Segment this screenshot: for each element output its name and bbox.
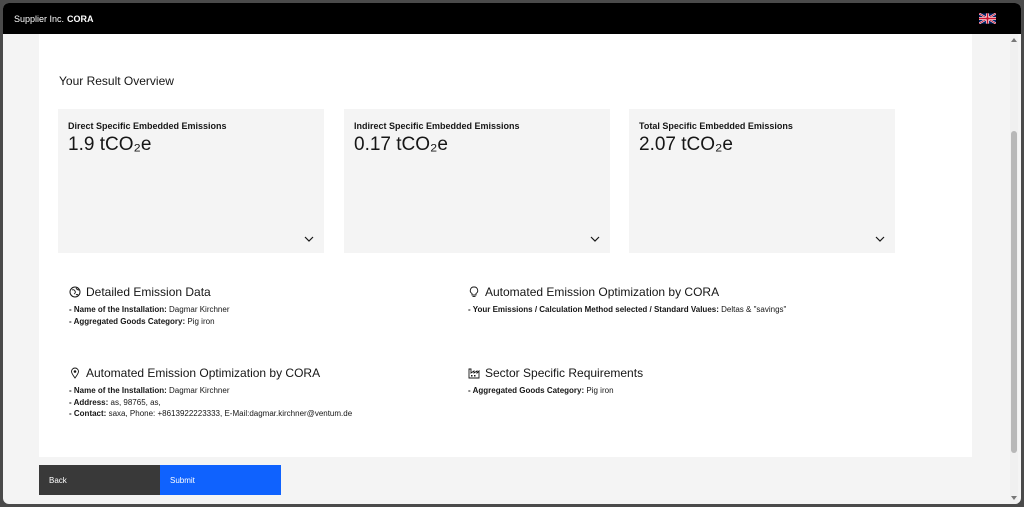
card-value: 2.07 tCO₂e [639,134,733,155]
app-window: Supplier Inc. CORA Your Result Overview … [3,3,1021,504]
direct-emissions-card[interactable]: Direct Specific Embedded Emissions 1.9 t… [58,109,324,253]
info-key: - Name of the Installation: [69,386,167,395]
info-value: as, 98765, as, [110,397,161,407]
info-key: - Aggregated Goods Category: [468,386,585,395]
lightbulb-icon [469,286,479,297]
info-value: saxa, Phone: +8613922223333, E-Mail:dagm… [108,409,353,418]
info-line: - Address: as, 98765, as, [69,397,352,409]
info-key: - Your Emissions / Calculation Method se… [468,305,719,314]
section-heading: Detailed Emission Data [69,285,230,299]
info-line: - Your Emissions / Calculation Method se… [468,304,786,316]
uk-flag-icon[interactable] [979,13,996,24]
scroll-down-arrow-icon[interactable] [1011,496,1017,500]
info-key: - Name of the Installation: [69,305,167,314]
back-button[interactable]: Back [39,465,160,495]
detailed-emission-data-section: Detailed Emission Data - Name of the Ins… [69,285,230,327]
scroll-up-arrow-icon[interactable] [1011,38,1017,42]
info-value: Pig iron [187,316,215,326]
info-key: - Contact: [69,409,107,418]
info-key: - Address: [69,397,109,407]
info-line: - Contact: saxa, Phone: +8613922223333, … [69,408,352,420]
section-heading: Sector Specific Requirements [468,366,643,380]
chevron-down-icon[interactable] [875,235,885,243]
optimization-section-bottom: Automated Emission Optimization by CORA … [69,366,352,420]
submit-button[interactable]: Submit [160,465,281,495]
chevron-down-icon[interactable] [304,235,314,243]
info-line: - Name of the Installation: Dagmar Kirch… [69,385,352,397]
location-pin-icon [71,367,79,379]
info-value: Pig iron [586,386,614,395]
card-value: 1.9 tCO₂e [68,134,152,155]
section-heading: Automated Emission Optimization by CORA [468,285,786,299]
card-label: Indirect Specific Embedded Emissions [354,121,520,131]
section-title: Sector Specific Requirements [485,366,644,380]
page-title: Your Result Overview [59,74,174,88]
total-emissions-card[interactable]: Total Specific Embedded Emissions 2.07 t… [629,109,895,253]
card-label: Total Specific Embedded Emissions [639,121,793,131]
section-heading: Automated Emission Optimization by CORA [69,366,352,380]
vertical-scrollbar[interactable] [1010,34,1018,504]
info-line: - Aggregated Goods Category: Pig iron [69,316,230,328]
sector-requirements-section: Sector Specific Requirements - Aggregate… [468,366,643,397]
section-title: Detailed Emission Data [86,285,211,299]
info-key: - Aggregated Goods Category: [69,316,186,326]
info-value: Dagmar Kirchner [169,386,230,395]
brand-name: CORA [67,13,94,24]
brand-prefix: Supplier Inc. [14,13,65,24]
info-value: Deltas & "savings" [721,305,787,314]
factory-icon [468,368,480,379]
info-line: - Name of the Installation: Dagmar Kirch… [69,304,230,316]
info-value: Dagmar Kirchner [169,305,230,314]
section-title: Automated Emission Optimization by CORA [485,285,720,299]
indirect-emissions-card[interactable]: Indirect Specific Embedded Emissions 0.1… [344,109,610,253]
card-label: Direct Specific Embedded Emissions [68,121,227,131]
main-content: Your Result Overview Direct Specific Emb… [39,34,972,457]
info-line: - Aggregated Goods Category: Pig iron [468,385,643,397]
optimization-section-top: Automated Emission Optimization by CORA … [468,285,786,316]
card-value: 0.17 tCO₂e [354,134,448,155]
scrollbar-thumb[interactable] [1011,131,1017,453]
top-bar: Supplier Inc. CORA [3,3,1021,34]
chevron-down-icon[interactable] [590,235,600,243]
globe-icon [69,286,81,298]
section-title: Automated Emission Optimization by CORA [86,366,321,380]
